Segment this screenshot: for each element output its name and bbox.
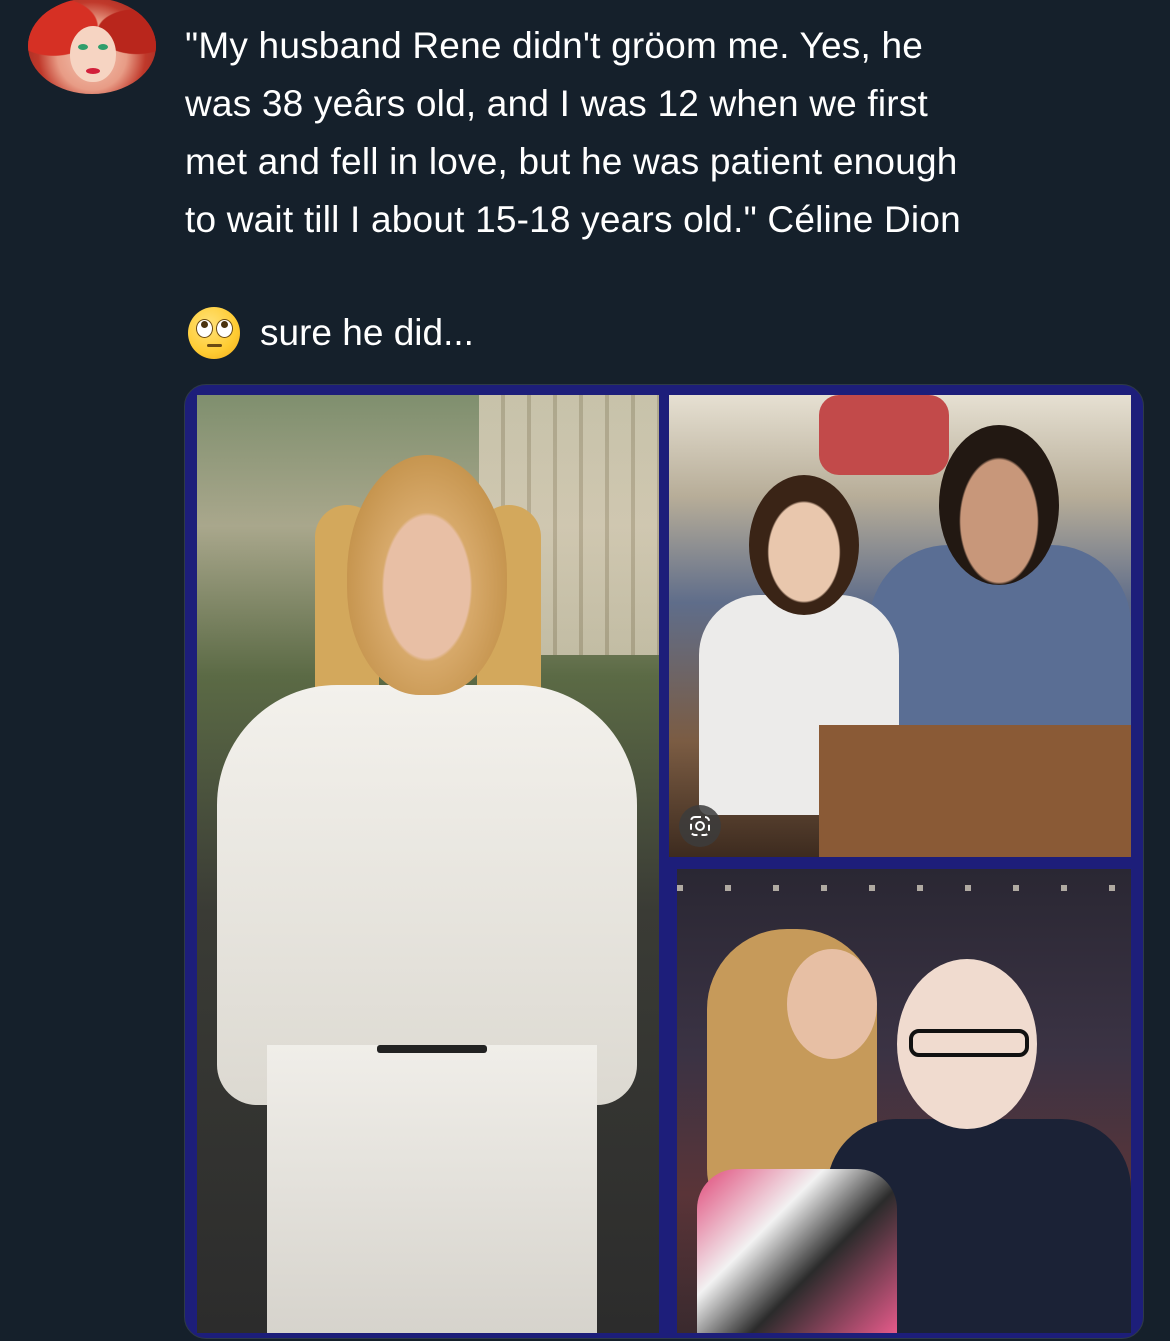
- face-with-rolling-eyes-icon: [188, 307, 240, 359]
- comment-text: sure he did...: [260, 312, 474, 353]
- photo-couple-embracing[interactable]: [677, 869, 1131, 1333]
- tweet-comment-line: sure he did...: [188, 303, 474, 363]
- photo-woman-white-blouse[interactable]: [197, 395, 659, 1333]
- lens-search-icon[interactable]: [679, 805, 721, 847]
- tweet: "My husband Rene didn't gröom me. Yes, h…: [0, 0, 1170, 1341]
- media-collage[interactable]: [184, 384, 1144, 1339]
- photo-girl-and-man-at-table[interactable]: [669, 395, 1131, 857]
- tweet-text: "My husband Rene didn't gröom me. Yes, h…: [185, 25, 961, 240]
- truncated-header: [185, 0, 705, 6]
- avatar[interactable]: [28, 0, 156, 94]
